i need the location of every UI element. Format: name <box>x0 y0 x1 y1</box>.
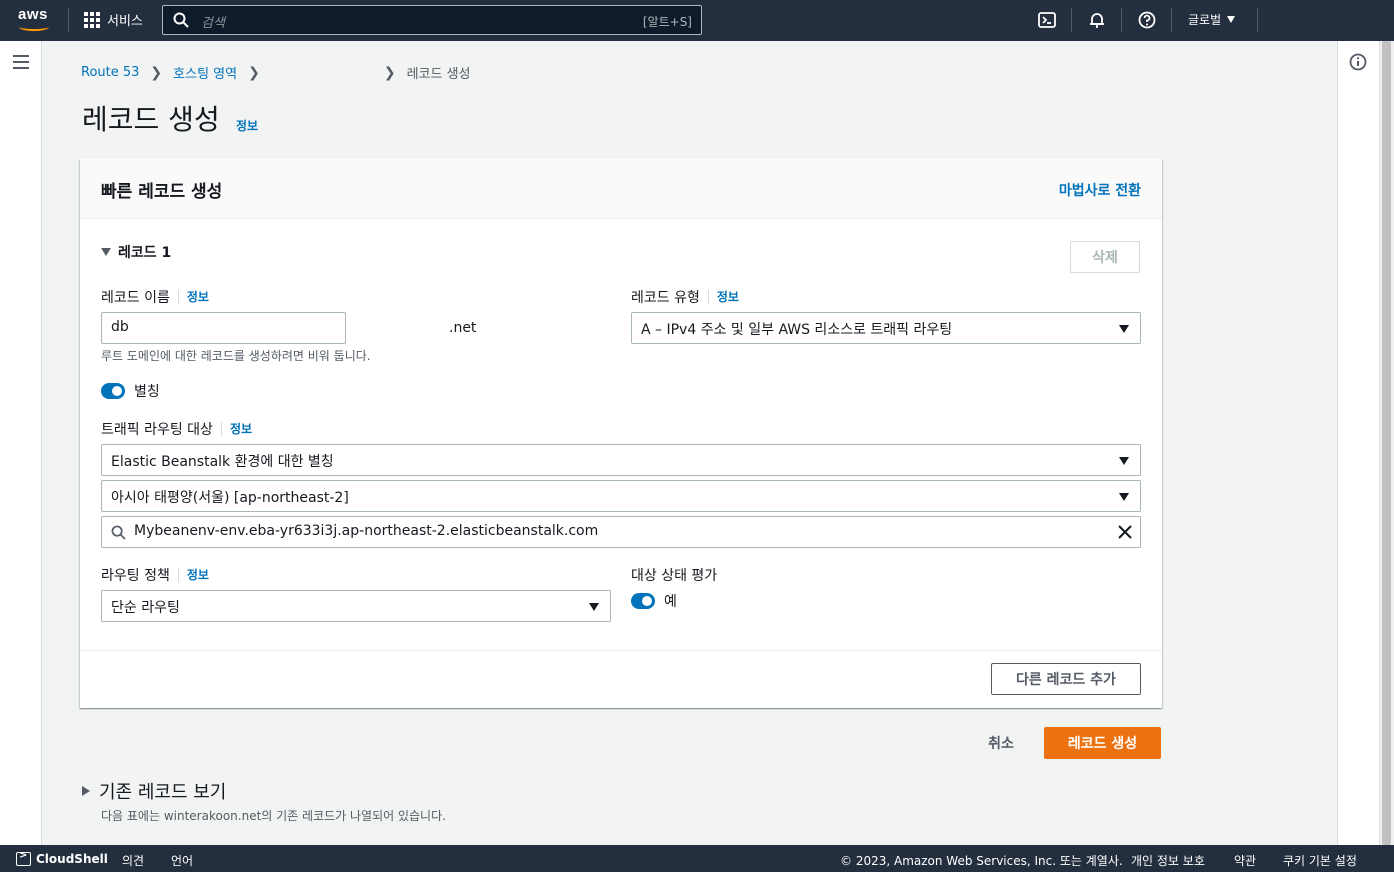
panel-header: 빠른 레코드 생성 마법사로 전환 <box>80 159 1162 219</box>
dropdown-caret-icon <box>589 603 599 611</box>
services-label: 서비스 <box>107 14 143 29</box>
cloudshell-button[interactable]: CloudShell <box>16 850 108 866</box>
nav-divider <box>1257 8 1258 32</box>
routing-policy-select[interactable]: 단순 라우팅 <box>101 590 611 622</box>
nav-divider <box>68 8 69 32</box>
panel-title: 빠른 레코드 생성 <box>101 182 223 202</box>
language-link[interactable]: 언어 <box>171 852 193 869</box>
target-label: 트래픽 라우팅 대상 정보 <box>101 419 252 439</box>
existing-records-title: 기존 레코드 보기 <box>99 782 227 803</box>
create-records-button[interactable]: 레코드 생성 <box>1044 727 1161 759</box>
footer: CloudShell 의견 언어 © 2023, Amazon Web Serv… <box>0 845 1394 872</box>
aws-smile-icon <box>19 23 49 31</box>
copyright-text: © 2023, Amazon Web Services, Inc. 또는 계열사… <box>840 854 1123 868</box>
nav-divider <box>1171 8 1172 32</box>
scrollbar-thumb[interactable] <box>1382 41 1391 845</box>
delete-record-button[interactable]: 삭제 <box>1070 241 1140 273</box>
chevron-right-icon: ❯ <box>383 64 396 81</box>
routing-policy-label-text: 라우팅 정책 <box>101 568 170 584</box>
menu-hamburger-icon[interactable] <box>13 55 29 73</box>
record-type-select[interactable]: A – IPv4 주소 및 일부 AWS 리소스로 트래픽 라우팅 <box>631 312 1141 344</box>
region-label: 글로벌 <box>1188 13 1222 27</box>
nav-divider <box>1071 8 1072 32</box>
record-name-hint: 루트 도메인에 대한 레코드를 생성하려면 비워 둡니다. <box>101 349 371 363</box>
cloudshell-icon[interactable] <box>1037 10 1057 30</box>
grid-icon <box>84 11 100 28</box>
health-label: 대상 상태 평가 <box>631 568 718 584</box>
chevron-right-icon: ❯ <box>248 64 260 81</box>
search-placeholder: 검색 <box>201 16 225 31</box>
record-heading: 레코드 1 <box>118 245 172 261</box>
target-endpoint-input[interactable]: Mybeanenv-env.eba-yr633i3j.ap-northeast-… <box>101 516 1141 548</box>
routing-policy-info-link[interactable]: 정보 <box>177 568 209 582</box>
breadcrumb-route53[interactable]: Route 53 <box>81 65 139 80</box>
record-type-value: A – IPv4 주소 및 일부 AWS 리소스로 트래픽 라우팅 <box>641 322 953 338</box>
search-icon <box>173 12 189 28</box>
cloudshell-icon <box>16 850 31 866</box>
cloudshell-label: CloudShell <box>36 852 108 866</box>
notifications-bell-icon[interactable] <box>1087 10 1107 30</box>
page-title: 레코드 생성 <box>82 103 220 136</box>
record-name-label-text: 레코드 이름 <box>101 290 170 306</box>
existing-records-expander[interactable]: 기존 레코드 보기 <box>82 778 226 804</box>
search-input[interactable]: 검색 [알트+S] <box>162 5 702 35</box>
target-endpoint-value: Mybeanenv-env.eba-yr633i3j.ap-northeast-… <box>134 523 599 539</box>
record-type-label-text: 레코드 유형 <box>631 290 700 306</box>
target-region-select[interactable]: 아시아 태평양(서울) [ap-northeast-2] <box>101 480 1141 512</box>
dropdown-caret-icon <box>1119 493 1129 501</box>
record-name-input[interactable]: db <box>101 312 346 344</box>
info-panel-icon[interactable] <box>1349 53 1367 71</box>
target-info-link[interactable]: 정보 <box>220 422 252 436</box>
left-rail <box>0 41 42 845</box>
breadcrumb-current: 레코드 생성 <box>406 67 471 82</box>
existing-records-description: 다음 표에는 winterakoon.net의 기존 레코드가 나열되어 있습니… <box>101 809 446 823</box>
target-region-value: 아시아 태평양(서울) [ap-northeast-2] <box>111 490 349 506</box>
record-type-info-link[interactable]: 정보 <box>707 290 739 304</box>
dropdown-caret-icon <box>1119 457 1129 465</box>
record-expander[interactable]: 레코드 1 <box>101 242 171 262</box>
caret-right-icon <box>82 786 90 796</box>
right-rail <box>1337 41 1379 845</box>
alias-toggle[interactable] <box>101 383 125 399</box>
add-record-button[interactable]: 다른 레코드 추가 <box>991 663 1141 695</box>
health-toggle[interactable] <box>631 593 655 609</box>
quick-record-panel: 빠른 레코드 생성 마법사로 전환 레코드 1 삭제 레코드 이름 정보 db … <box>80 159 1162 708</box>
target-type-value: Elastic Beanstalk 환경에 대한 별칭 <box>111 454 334 470</box>
feedback-link[interactable]: 의견 <box>122 852 144 869</box>
domain-suffix: .net <box>449 320 477 336</box>
breadcrumb-hosted-zones[interactable]: 호스팅 영역 <box>173 63 237 82</box>
terms-link[interactable]: 약관 <box>1234 852 1256 869</box>
breadcrumb: Route 53 ❯ 호스팅 영역 ❯ ❯ 레코드 생성 <box>81 63 471 83</box>
routing-policy-label: 라우팅 정책 정보 <box>101 565 209 585</box>
caret-down-icon <box>101 248 111 256</box>
aws-logo-text: aws <box>18 6 48 23</box>
target-type-select[interactable]: Elastic Beanstalk 환경에 대한 별칭 <box>101 444 1141 476</box>
record-name-info-link[interactable]: 정보 <box>177 290 209 304</box>
panel-divider <box>80 650 1162 651</box>
switch-to-wizard-link[interactable]: 마법사로 전환 <box>1059 180 1141 200</box>
cookie-preferences-link[interactable]: 쿠키 기본 설정 <box>1283 852 1357 869</box>
dropdown-caret-icon <box>1119 325 1129 333</box>
routing-policy-value: 단순 라우팅 <box>111 600 180 616</box>
record-name-label: 레코드 이름 정보 <box>101 287 209 307</box>
help-icon[interactable] <box>1137 10 1157 30</box>
alias-label: 별칭 <box>134 384 160 400</box>
clear-icon[interactable] <box>1118 525 1132 539</box>
search-icon <box>111 525 126 540</box>
record-type-label: 레코드 유형 정보 <box>631 287 739 307</box>
health-value: 예 <box>664 594 677 610</box>
nav-divider <box>1121 8 1122 32</box>
chevron-down-icon <box>1227 16 1236 23</box>
search-shortcut: [알트+S] <box>642 15 692 29</box>
cancel-button[interactable]: 취소 <box>976 727 1026 759</box>
chevron-right-icon: ❯ <box>150 64 163 81</box>
target-label-text: 트래픽 라우팅 대상 <box>101 422 213 438</box>
region-selector[interactable]: 글로벌 <box>1188 11 1236 28</box>
top-navigation: aws 서비스 검색 [알트+S] 글로벌 <box>0 0 1394 41</box>
services-menu-button[interactable]: 서비스 <box>84 10 143 29</box>
page-info-link[interactable]: 정보 <box>236 117 258 134</box>
privacy-link[interactable]: 개인 정보 보호 <box>1131 852 1205 869</box>
aws-logo[interactable]: aws <box>18 6 52 32</box>
